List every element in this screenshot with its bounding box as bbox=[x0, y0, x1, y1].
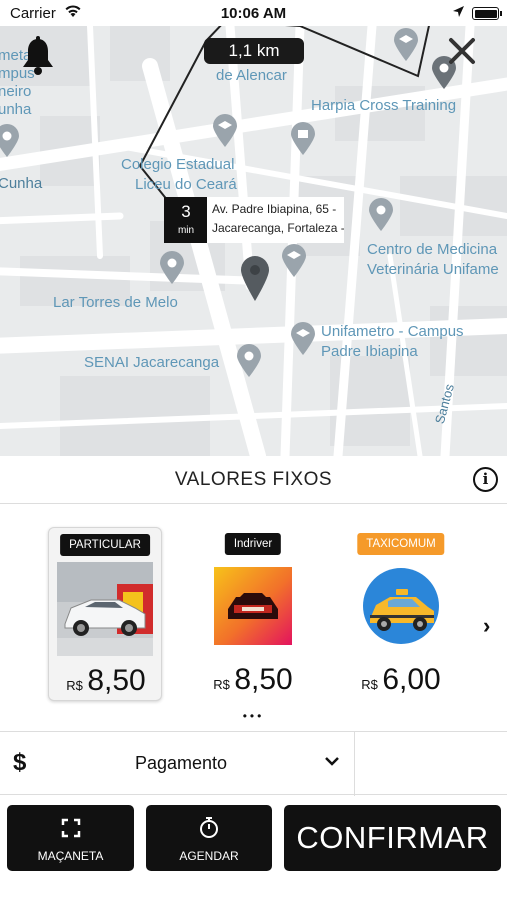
map-pin-icon bbox=[237, 344, 261, 377]
pager-dots: ••• bbox=[242, 709, 265, 723]
option-price: R$ 8,50 bbox=[196, 663, 310, 697]
map-pin-icon bbox=[394, 28, 418, 61]
option-card-particular[interactable]: PARTICULAR R$ 8,50 bbox=[48, 527, 162, 701]
map-label: Liceu do Ceará bbox=[135, 176, 237, 193]
payment-label: Pagamento bbox=[135, 753, 228, 773]
price-value: 8,50 bbox=[234, 663, 293, 696]
chevron-down-icon[interactable] bbox=[322, 754, 342, 768]
map-label: Unifametro - Campus bbox=[321, 323, 464, 340]
car-image bbox=[57, 562, 153, 656]
stopwatch-icon bbox=[200, 817, 218, 838]
map-label: Lar Torres de Melo bbox=[53, 294, 178, 311]
option-price: R$ 6,00 bbox=[344, 663, 458, 697]
option-badge: Indriver bbox=[224, 533, 282, 555]
option-badge: PARTICULAR bbox=[60, 534, 150, 556]
address-line: Av. Padre Ibiapina, 65 - bbox=[212, 202, 337, 216]
payment-extra-slot bbox=[355, 732, 507, 796]
eta-value: 3 bbox=[181, 202, 191, 221]
currency-label: R$ bbox=[361, 677, 378, 692]
map-pin-icon bbox=[291, 122, 315, 155]
bell-icon[interactable] bbox=[20, 36, 56, 76]
option-badge: TAXICOMUM bbox=[357, 533, 445, 555]
map-label: Cunha bbox=[0, 175, 43, 192]
map-pin-icon bbox=[0, 124, 19, 157]
door-label: MAÇANETA bbox=[37, 849, 104, 863]
map-label: Padre Ibiapina bbox=[321, 343, 418, 360]
location-arrow-icon bbox=[453, 6, 464, 17]
map-pin-icon bbox=[282, 244, 306, 277]
map-pin-icon bbox=[369, 198, 393, 231]
dollar-icon: $ bbox=[13, 749, 27, 776]
currency-label: R$ bbox=[66, 678, 83, 693]
price-value: 6,00 bbox=[382, 663, 441, 696]
map-pin-icon bbox=[291, 322, 315, 355]
battery-icon bbox=[472, 7, 502, 20]
map-label: neiro bbox=[0, 83, 32, 100]
schedule-label: AGENDAR bbox=[179, 849, 239, 863]
next-arrow-icon[interactable]: › bbox=[483, 613, 490, 639]
option-card-taxicomum[interactable]: TAXICOMUM R$ 6,00 bbox=[344, 527, 458, 701]
close-icon[interactable] bbox=[447, 36, 477, 66]
status-bar: Carrier 10:06 AM bbox=[0, 0, 507, 26]
schedule-button[interactable]: AGENDAR bbox=[146, 805, 272, 871]
vehicle-options: PARTICULAR R$ 8,50 Indriver R$ 8,50 TAXI… bbox=[0, 505, 507, 731]
map-label: Harpia Cross Training bbox=[311, 97, 457, 114]
indriver-logo-icon bbox=[214, 567, 292, 645]
section-header: VALORES FIXOS i bbox=[0, 456, 507, 504]
taxi-icon bbox=[363, 568, 439, 644]
option-card-indriver[interactable]: Indriver R$ 8,50 bbox=[196, 527, 310, 701]
section-title: VALORES FIXOS bbox=[174, 469, 333, 490]
currency-label: R$ bbox=[213, 677, 230, 692]
map-view[interactable]: meta mpus neiro unha de Alencar Harpia C… bbox=[0, 26, 507, 456]
map-pin-icon bbox=[160, 251, 184, 284]
confirm-button[interactable]: CONFIRMAR bbox=[284, 805, 501, 871]
address-line: Jacarecanga, Fortaleza - bbox=[212, 221, 344, 235]
price-value: 8,50 bbox=[87, 664, 146, 697]
address-callout: Av. Padre Ibiapina, 65 - Jacarecanga, Fo… bbox=[207, 197, 344, 243]
map-label: Centro de Medicina bbox=[367, 241, 498, 258]
option-price: R$ 8,50 bbox=[49, 664, 163, 698]
payment-row[interactable]: $ Pagamento bbox=[0, 731, 507, 796]
expand-icon bbox=[61, 818, 80, 838]
map-label: Colegio Estadual bbox=[121, 156, 235, 173]
clock: 10:06 AM bbox=[220, 5, 287, 22]
map-pin-icon bbox=[213, 114, 237, 147]
door-button[interactable]: MAÇANETA bbox=[7, 805, 134, 871]
info-icon[interactable]: i bbox=[473, 467, 498, 492]
eta-unit: min bbox=[177, 225, 195, 236]
distance-badge: 1,1 km bbox=[204, 38, 304, 64]
map-label: Veterinária Unifame bbox=[367, 261, 499, 278]
eta-badge: 3 min bbox=[164, 197, 208, 243]
map-label: de Alencar bbox=[216, 67, 287, 84]
destination-pin-icon bbox=[241, 256, 269, 301]
map-label: SENAI Jacarecanga bbox=[84, 354, 220, 371]
map-label: unha bbox=[0, 101, 32, 118]
